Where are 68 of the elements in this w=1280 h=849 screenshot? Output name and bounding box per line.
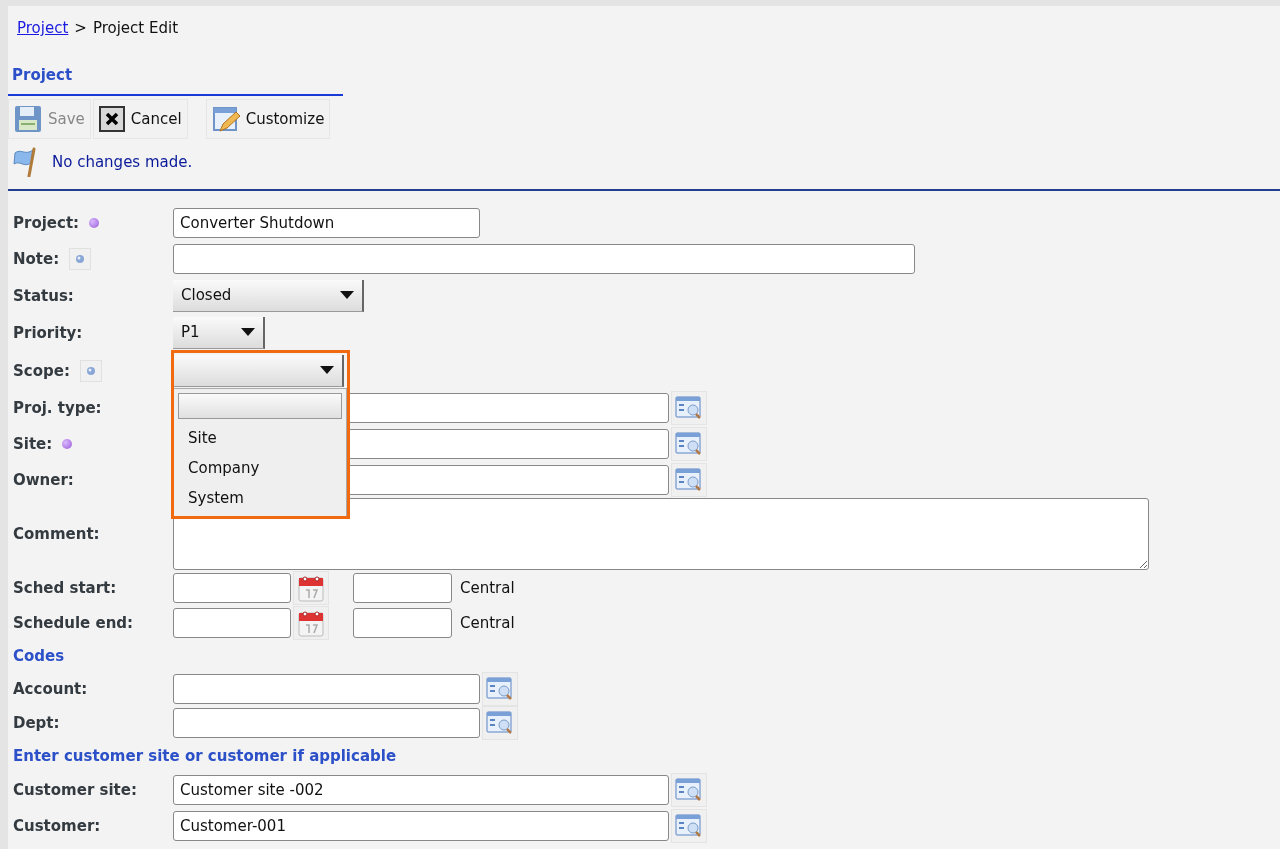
breadcrumb-current: Project Edit	[92, 19, 179, 39]
caret-icon	[320, 366, 334, 374]
text-field[interactable]: Customer-001	[173, 811, 669, 841]
lookup-button[interactable]	[671, 391, 707, 425]
lookup-button[interactable]	[482, 672, 518, 706]
lookup-button[interactable]	[671, 773, 707, 807]
lookup-icon	[675, 777, 703, 803]
text-field[interactable]	[173, 244, 915, 274]
calendar-icon	[298, 608, 324, 637]
field-label: Comment:	[13, 525, 100, 543]
lookup-icon	[675, 395, 703, 421]
field-label: Owner:	[13, 471, 74, 489]
text-field[interactable]	[173, 708, 480, 738]
cancel-button[interactable]: Cancel	[92, 99, 188, 139]
time-zone-label: Central	[460, 613, 515, 632]
text-field[interactable]	[173, 674, 480, 704]
field-label: Account:	[13, 680, 88, 698]
field-label: Project:	[13, 214, 80, 232]
info-icon[interactable]	[69, 248, 92, 270]
blank-option[interactable]	[178, 392, 342, 420]
field-label: Schedule end:	[13, 613, 134, 632]
close-icon	[98, 106, 125, 132]
caret-icon	[340, 291, 354, 299]
field-label: Customer:	[13, 817, 101, 835]
breadcrumb-separator: >	[74, 19, 87, 39]
lookup-button[interactable]	[671, 463, 707, 497]
info-icon[interactable]	[79, 359, 102, 382]
lookup-icon	[675, 431, 703, 457]
caret-icon	[241, 328, 255, 336]
calendar-icon	[298, 573, 324, 602]
field-label: Site:	[13, 435, 53, 453]
dropdown-option[interactable]: System	[178, 482, 342, 513]
field-label: Scope:	[13, 361, 70, 380]
breadcrumb-link[interactable]: Project	[17, 19, 69, 47]
status-message: No changes made.	[52, 153, 193, 171]
dropdown-option[interactable]: Site	[178, 423, 342, 454]
lookup-button[interactable]	[482, 706, 518, 740]
field-label: Customer site:	[13, 781, 137, 799]
group-heading: Codes	[13, 647, 65, 665]
text-field[interactable]: Converter Shutdown	[173, 208, 480, 238]
field-label: Proj. type:	[13, 399, 102, 417]
time-field[interactable]	[353, 607, 452, 638]
lookup-icon	[675, 813, 703, 839]
date-field[interactable]	[173, 572, 291, 603]
field-label: Status:	[13, 286, 74, 305]
date-field[interactable]	[173, 607, 291, 638]
lookup-button[interactable]	[671, 427, 707, 461]
lookup-button[interactable]	[671, 809, 707, 843]
calendar-button[interactable]	[293, 605, 329, 640]
group-heading: Enter customer site or customer if applicable	[13, 747, 397, 765]
time-zone-label: Central	[460, 578, 515, 597]
dropdown[interactable]: P1	[173, 316, 265, 349]
field-label: Sched start:	[13, 578, 117, 597]
calendar-button[interactable]	[293, 570, 329, 605]
dropdown-option[interactable]: Company	[178, 453, 342, 483]
field-label: Note:	[13, 250, 60, 268]
field-label: Priority:	[13, 323, 83, 342]
section-title: Project	[8, 52, 343, 96]
text-field[interactable]: Customer site -002	[173, 775, 669, 805]
window-pencil-icon	[211, 105, 240, 133]
lookup-icon	[486, 710, 514, 736]
dropdown[interactable]	[173, 354, 344, 387]
lookup-icon	[675, 467, 703, 493]
field-label: Dept:	[13, 714, 60, 732]
lookup-icon	[486, 676, 514, 702]
customize-button[interactable]: Customize	[205, 99, 331, 139]
time-field[interactable]	[353, 572, 452, 603]
dropdown[interactable]: Closed	[173, 279, 364, 312]
